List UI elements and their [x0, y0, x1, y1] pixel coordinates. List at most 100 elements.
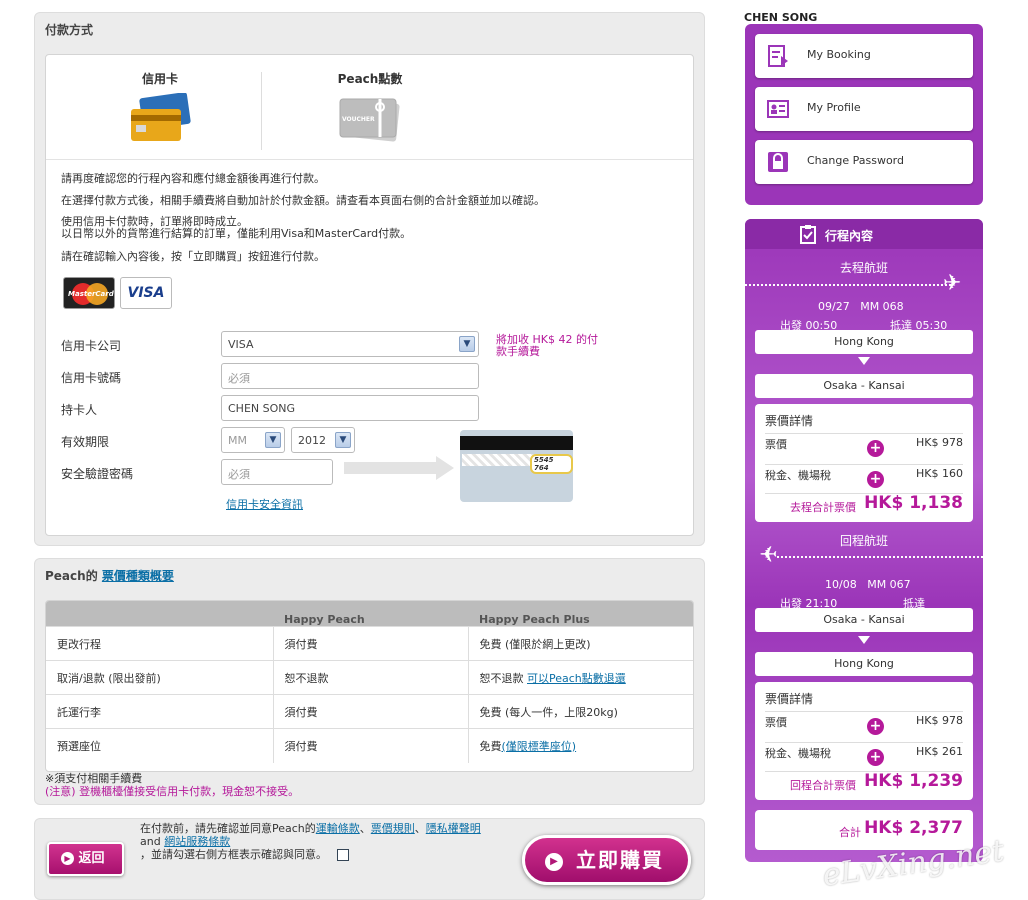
fee-note: 將加收 HK$ 42 的付款手續費: [496, 333, 598, 358]
fare-types-link[interactable]: 票價種類概要: [102, 569, 174, 583]
buy-arrow-icon: ▶: [545, 852, 563, 871]
row-plus-text: 免費 (每人一件，上限20kg): [479, 705, 618, 719]
row-plus: 恕不退款 可以Peach點數退還: [467, 660, 693, 695]
return-total-value: HK$ 1,239: [864, 771, 963, 791]
card-holder-input[interactable]: CHEN SONG: [221, 395, 479, 421]
card-company-value: VISA: [228, 338, 254, 351]
user-name: CHEN SONG: [744, 11, 818, 24]
fare-divider: [765, 464, 963, 465]
outbound-total-label: 去程合計票價: [790, 501, 856, 514]
outbound-date: 09/27 MM 068: [818, 300, 904, 313]
footnote-counter: (注意) 登機櫃檯僅接受信用卡付款，現金恕不接受。: [45, 785, 300, 798]
row-happy: 須付費: [272, 626, 468, 661]
table-header: Happy Peach: [284, 613, 365, 626]
outbound-fare-box: 票價詳情 票價 + HK$ 978 稅金、機場稅 + HK$ 160 去程合計票…: [755, 404, 973, 522]
return-flight: MM 067: [867, 578, 911, 591]
card-expiry-label: 有效期限: [61, 435, 110, 449]
site-terms-link[interactable]: 網站服務條款: [164, 835, 230, 848]
my-booking-label: My Booking: [807, 48, 871, 61]
card-security-link[interactable]: 信用卡安全資訊: [226, 496, 303, 512]
lock-icon: [768, 152, 788, 172]
payment-note-2: 在選擇付款方式後，相關手續費將自動加計於付款金額。請查看本頁面右側的合計金額並加…: [61, 194, 545, 207]
row-happy: 須付費: [272, 694, 468, 729]
chevron-down-icon: ▼: [459, 336, 475, 352]
row-item: 取消/退款 (限出發前): [46, 660, 273, 695]
table-row: 更改行程 須付費 免費 (僅限於網上更改): [46, 626, 693, 661]
outbound-to: Osaka - Kansai: [755, 374, 973, 398]
return-label: 回程航班: [839, 534, 888, 548]
tab-divider: [261, 72, 262, 150]
privacy-link[interactable]: 隱私權聲明: [426, 822, 481, 835]
buy-now-label: 立即購買: [575, 848, 664, 872]
fare-types-title: Peach的 票價種類概要: [35, 559, 704, 592]
grand-total-label: 合計: [839, 826, 861, 839]
back-button[interactable]: ▶ 返回: [47, 842, 124, 876]
back-arrow-icon: ▶: [61, 852, 74, 865]
payment-note-5: 請在確認輸入內容後，按「立即購買」按鈕進行付款。: [61, 250, 325, 263]
peach-points-refund-link[interactable]: 可以Peach點數退還: [527, 672, 626, 685]
tax-value: HK$ 160: [916, 467, 963, 480]
card-digits: 5545 764: [530, 454, 573, 474]
my-booking-button[interactable]: My Booking: [755, 34, 973, 78]
plane-right-icon: ✈: [943, 271, 962, 296]
sep: 、: [359, 822, 371, 835]
transport-terms-link[interactable]: 運輸條款: [316, 822, 360, 835]
row-happy: 恕不退款: [272, 660, 468, 695]
card-number-placeholder: 必須: [228, 372, 250, 385]
return-date: 10/08 MM 067: [825, 578, 911, 591]
plus-icon[interactable]: +: [867, 471, 884, 488]
dotted-line: [777, 556, 983, 558]
buy-now-button[interactable]: ▶ 立即購買: [522, 835, 691, 885]
return-fare-box: 票價詳情 票價 + HK$ 978 稅金、機場稅 + HK$ 261 回程合計票…: [755, 682, 973, 800]
row-item: 託運行李: [46, 694, 273, 729]
and-text: and: [140, 835, 165, 848]
chevron-down-icon: ▼: [335, 432, 351, 448]
change-password-label: Change Password: [807, 154, 904, 167]
itinerary-panel: 行程內容 去程航班 ✈ 09/27 MM 068 出發 00:50 抵達 05:…: [745, 219, 983, 862]
card-number-label: 信用卡號碼: [61, 371, 122, 385]
return-total-label: 回程合計票價: [790, 779, 856, 792]
fare-types-title-prefix: Peach的: [45, 569, 102, 583]
outbound-flight: MM 068: [860, 300, 904, 313]
booking-icon: [768, 45, 788, 67]
change-password-button[interactable]: Change Password: [755, 140, 973, 184]
fare-types-table-box: Happy Peach Happy Peach Plus 更改行程 須付費 免費…: [45, 600, 694, 772]
tab-peach-label: Peach點數: [337, 72, 403, 86]
expiry-month-select[interactable]: MM ▼: [221, 427, 285, 453]
row-plus-text: 免費 (僅限於網上更改): [479, 637, 591, 651]
row-plus: 免費(僅限標準座位): [467, 728, 693, 763]
return-date-value: 10/08: [825, 578, 857, 591]
voucher-text: VOUCHER: [342, 116, 375, 123]
plus-icon[interactable]: +: [867, 749, 884, 766]
plus-icon[interactable]: +: [867, 718, 884, 735]
table-header: Happy Peach Plus: [479, 613, 590, 626]
card-cvv-label: 安全驗證密碼: [61, 467, 134, 481]
tab-credit-card[interactable]: 信用卡: [100, 70, 220, 154]
fare-label: 票價: [765, 438, 787, 451]
tab-peach-points[interactable]: Peach點數 VOUCHER: [320, 70, 420, 154]
row-happy: 須付費: [272, 728, 468, 763]
sep: 、: [414, 822, 426, 835]
table-row: 取消/退款 (限出發前) 恕不退款 恕不退款 可以Peach點數退還: [46, 660, 693, 695]
standard-seat-link[interactable]: (僅限標準座位): [502, 740, 577, 753]
expiry-month-value: MM: [228, 434, 247, 447]
cvv-input[interactable]: 必須: [221, 459, 333, 485]
card-company-label: 信用卡公司: [61, 339, 122, 353]
fare-rules-link[interactable]: 票價規則: [371, 822, 415, 835]
expiry-year-select[interactable]: 2012 ▼: [291, 427, 355, 453]
payment-note-1: 請再度確認您的行程內容和應付總金額後再進行付款。: [61, 172, 325, 185]
my-profile-button[interactable]: My Profile: [755, 87, 973, 131]
agreement-post: ，並請勾選右側方框表示確認與同意。: [140, 848, 327, 861]
agreement-pre: 在付款前，請先確認並同意Peach的: [140, 822, 316, 835]
plus-icon[interactable]: +: [867, 440, 884, 457]
mastercard-text: MasterCard: [68, 290, 114, 298]
card-holder-label: 持卡人: [61, 403, 98, 417]
card-number-input[interactable]: 必須: [221, 363, 479, 389]
my-profile-label: My Profile: [807, 101, 861, 114]
arrow-right-icon: [344, 456, 454, 480]
itinerary-title: 行程內容: [825, 229, 874, 243]
agree-checkbox[interactable]: [336, 849, 349, 861]
card-holder-value: CHEN SONG: [228, 402, 296, 415]
grand-total-value: HK$ 2,377: [864, 818, 963, 838]
card-company-select[interactable]: VISA ▼: [221, 331, 479, 357]
